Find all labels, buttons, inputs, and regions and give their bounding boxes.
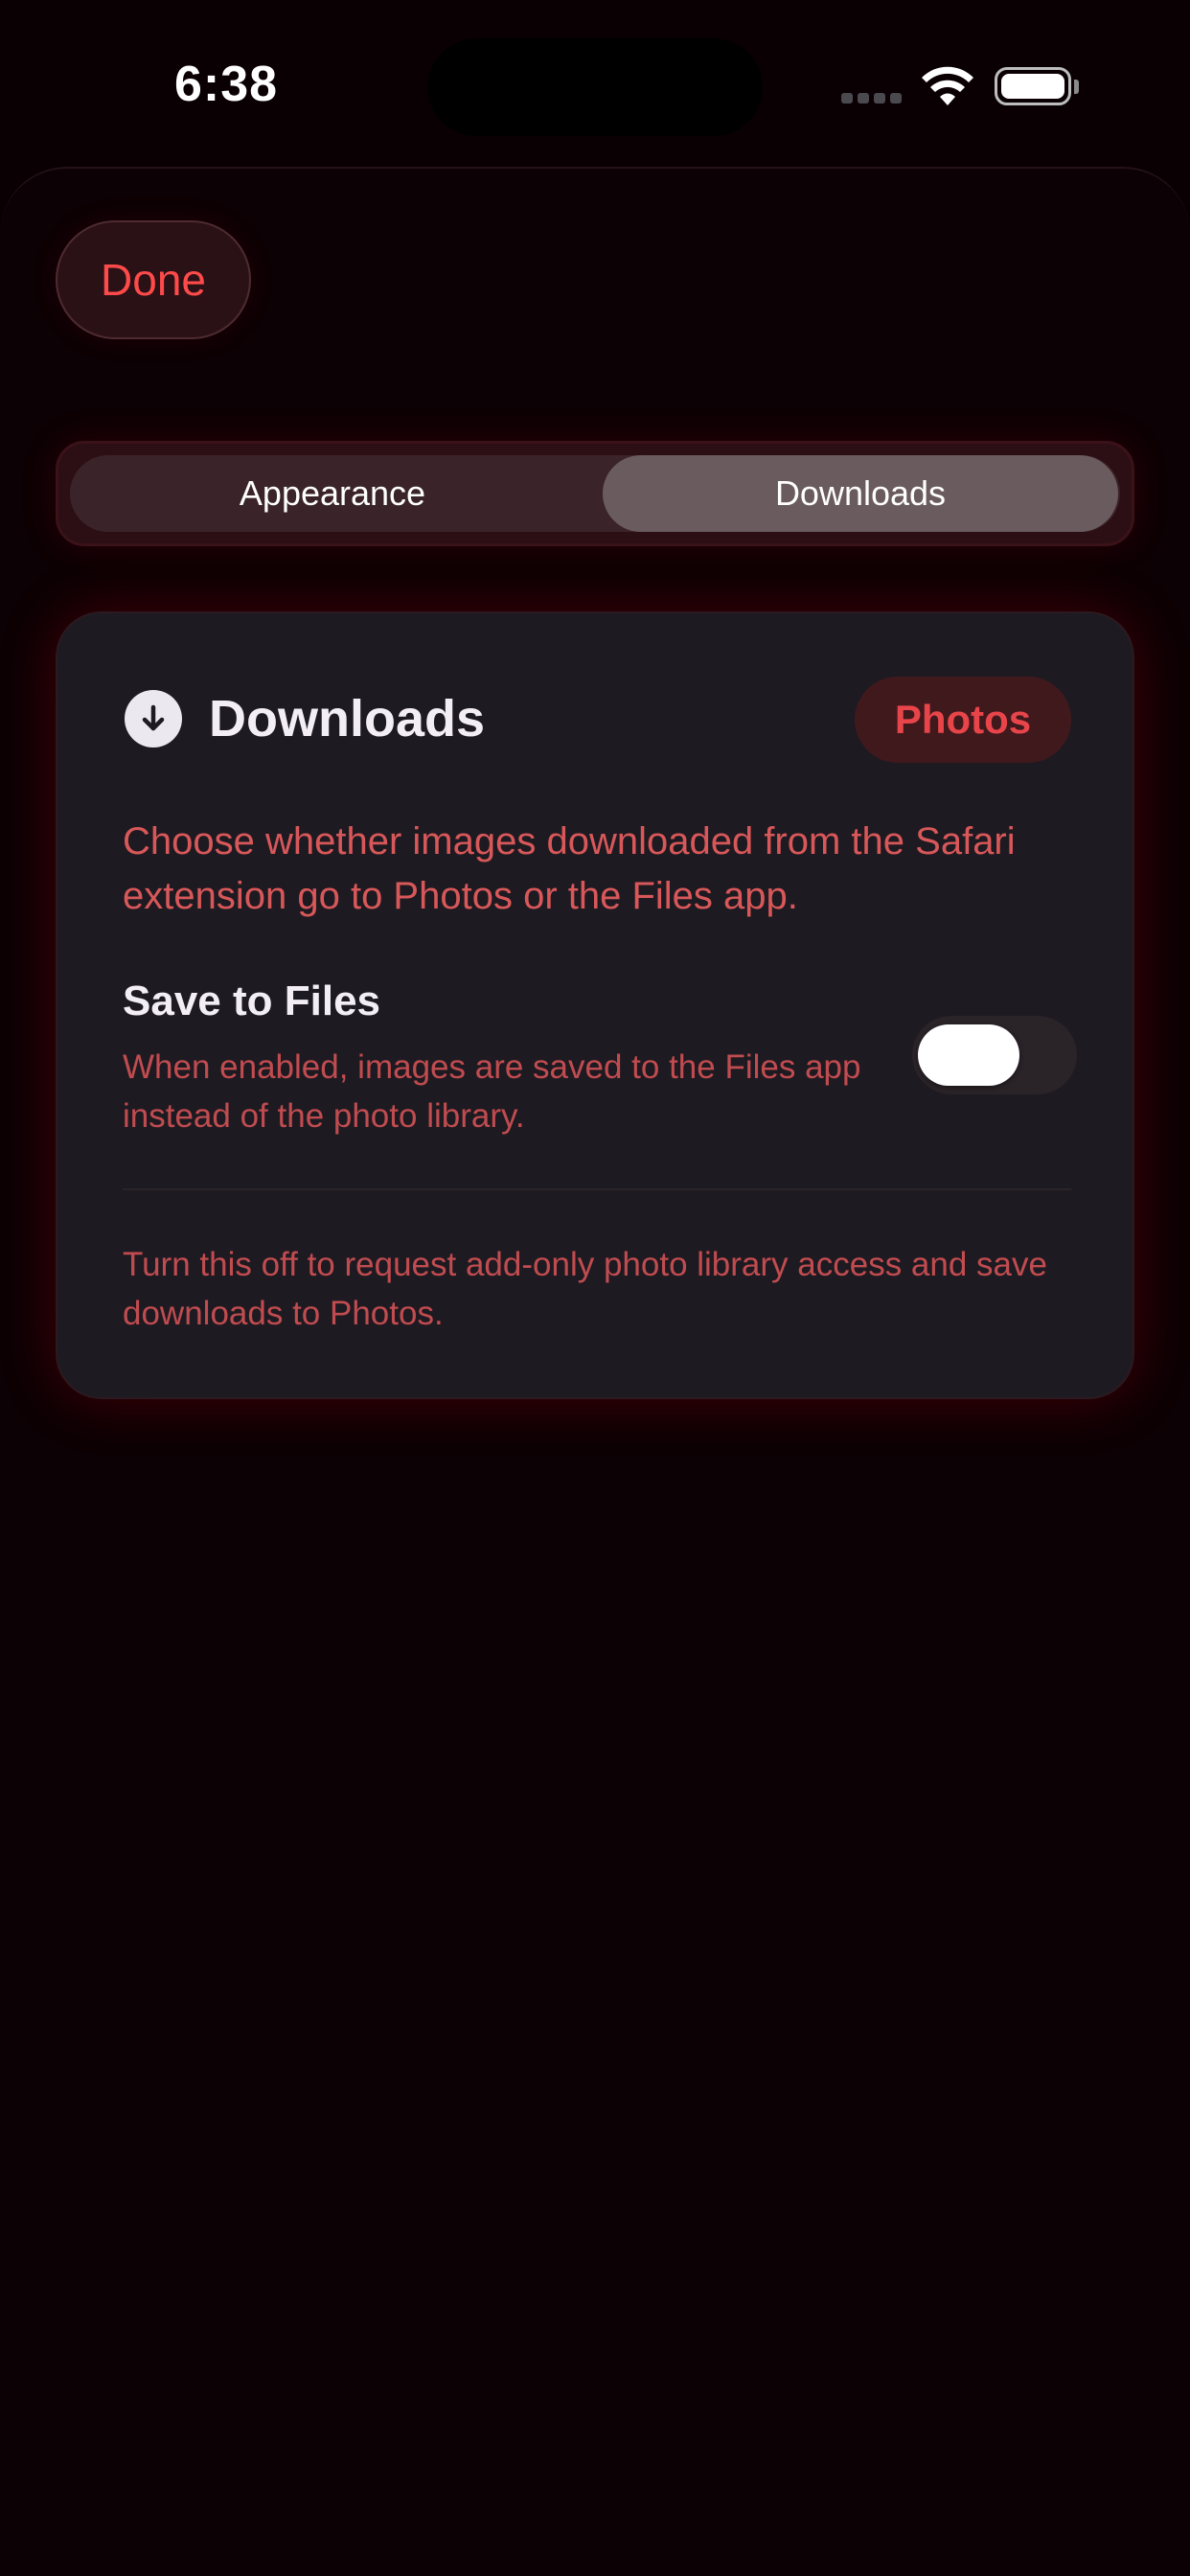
screen: 6:38 Done Appearance Downloads Downloads… bbox=[0, 0, 1190, 2576]
battery-icon bbox=[995, 67, 1071, 105]
dynamic-island bbox=[427, 38, 763, 136]
battery-cap bbox=[1074, 80, 1079, 94]
save-to-files-title: Save to Files bbox=[123, 978, 381, 1024]
cellular-signal-icon bbox=[841, 93, 902, 104]
card-title: Downloads bbox=[209, 690, 486, 748]
card-description: Choose whether images downloaded from th… bbox=[123, 820, 1016, 917]
done-button[interactable]: Done bbox=[56, 220, 251, 339]
toggle-knob bbox=[918, 1024, 1019, 1086]
destination-badge: Photos bbox=[855, 677, 1071, 763]
save-to-files-description: When enabled, images are saved to the Fi… bbox=[123, 1048, 861, 1135]
download-arrow-icon bbox=[125, 690, 182, 748]
tab-downloads[interactable]: Downloads bbox=[603, 455, 1118, 532]
card-footer-note: Turn this off to request add-only photo … bbox=[123, 1246, 1047, 1332]
status-time: 6:38 bbox=[174, 57, 279, 112]
divider bbox=[123, 1188, 1071, 1190]
tab-segmented-control: Appearance Downloads bbox=[56, 441, 1134, 546]
save-to-files-toggle[interactable] bbox=[912, 1016, 1077, 1094]
downloads-card: Downloads Photos Choose whether images d… bbox=[56, 611, 1134, 1399]
wifi-icon bbox=[922, 66, 973, 105]
tab-appearance[interactable]: Appearance bbox=[70, 455, 595, 532]
